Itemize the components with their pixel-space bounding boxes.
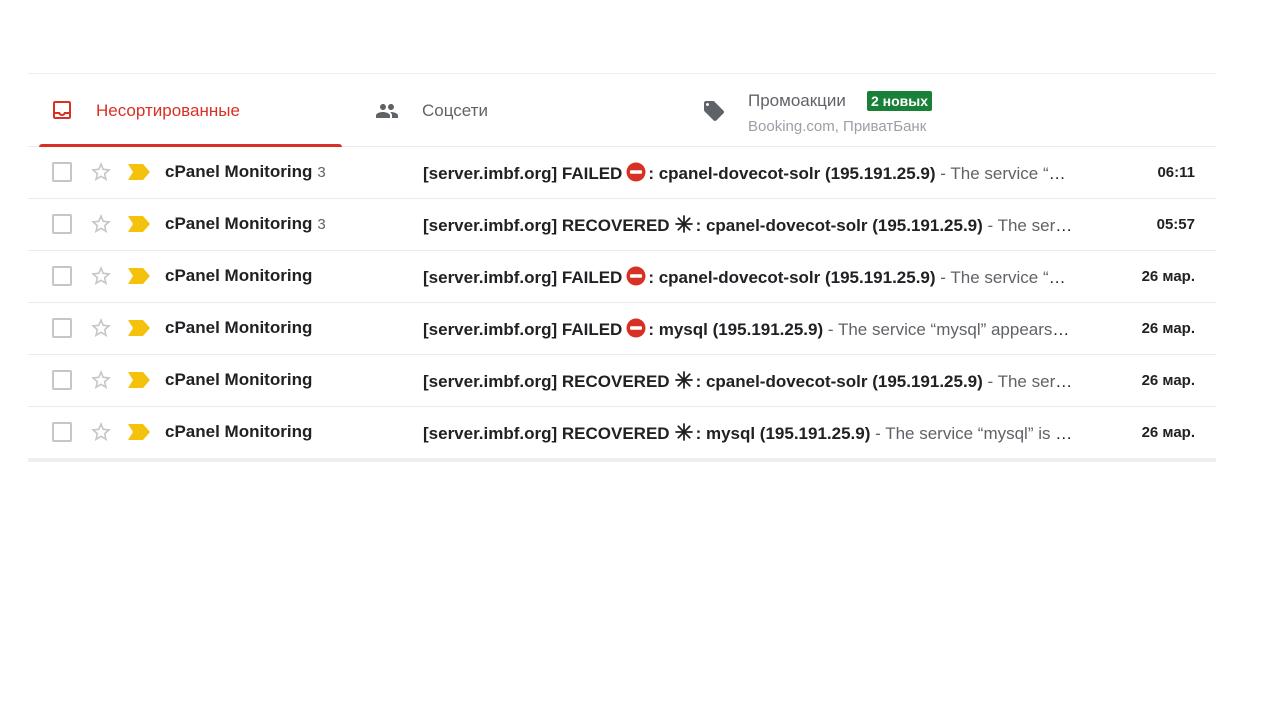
inbox-icon — [50, 98, 74, 122]
email-row[interactable]: cPanel Monitoring [server.imbf.org] FAIL… — [28, 251, 1216, 303]
email-date: 26 мар. — [1141, 424, 1195, 441]
no-entry-icon — [626, 162, 646, 182]
select-checkbox[interactable] — [52, 422, 72, 442]
thread-count: 3 — [317, 216, 326, 233]
email-date: 26 мар. — [1141, 372, 1195, 389]
star-icon[interactable] — [89, 420, 113, 444]
snippet: - The service “cpanel-dovecot-solr” appe… — [940, 164, 1073, 183]
tab-label: Несортированные — [96, 101, 240, 120]
star-icon[interactable] — [89, 368, 113, 392]
email-row[interactable]: cPanel Monitoring [server.imbf.org] RECO… — [28, 355, 1216, 407]
tab-senders-preview: Booking.com, ПриватБанк — [748, 118, 927, 135]
people-icon — [375, 99, 399, 123]
email-line: [server.imbf.org] RECOVERED: cpanel-dove… — [423, 370, 1073, 392]
email-line: [server.imbf.org] RECOVERED: cpanel-dove… — [423, 214, 1073, 236]
inbox-list: Несортированные Соцсети Промоакции 2 нов… — [28, 73, 1216, 462]
email-row[interactable]: cPanel Monitoring [server.imbf.org] RECO… — [28, 407, 1216, 462]
sender: cPanel Monitoring — [165, 422, 313, 441]
star-icon[interactable] — [89, 316, 113, 340]
important-marker-icon[interactable] — [128, 424, 150, 440]
email-date: 26 мар. — [1141, 268, 1195, 285]
snippet: - The service “cpanel-dovecot-solr” is n… — [987, 216, 1073, 235]
subject: [server.imbf.org] RECOVERED: cpanel-dove… — [423, 214, 983, 235]
important-marker-icon[interactable] — [128, 164, 150, 180]
subject: [server.imbf.org] RECOVERED: cpanel-dove… — [423, 370, 983, 391]
snippet: - The service “mysql” is now operational… — [875, 424, 1073, 443]
email-date: 26 мар. — [1141, 320, 1195, 337]
email-row[interactable]: cPanel Monitoring 3 [server.imbf.org] REC… — [28, 199, 1216, 251]
select-checkbox[interactable] — [52, 318, 72, 338]
select-checkbox[interactable] — [52, 266, 72, 286]
email-line: [server.imbf.org] FAILED: mysql (195.191… — [423, 318, 1073, 340]
sender: cPanel Monitoring 3 — [165, 214, 326, 233]
subject: [server.imbf.org] FAILED: cpanel-dovecot… — [423, 266, 936, 287]
select-checkbox[interactable] — [52, 162, 72, 182]
important-marker-icon[interactable] — [128, 268, 150, 284]
no-entry-icon — [626, 318, 646, 338]
subject: [server.imbf.org] RECOVERED: mysql (195.… — [423, 422, 871, 443]
email-rows: cPanel Monitoring 3 [server.imbf.org] FAI… — [28, 147, 1216, 462]
star-icon[interactable] — [89, 212, 113, 236]
sender: cPanel Monitoring — [165, 370, 313, 389]
sender: cPanel Monitoring — [165, 266, 313, 285]
subject: [server.imbf.org] FAILED: mysql (195.191… — [423, 318, 824, 339]
sparkle-icon — [674, 214, 694, 234]
email-row[interactable]: cPanel Monitoring [server.imbf.org] FAIL… — [28, 303, 1216, 355]
email-date: 05:57 — [1156, 216, 1195, 233]
snippet: - The service “cpanel-dovecot-solr” appe… — [940, 268, 1073, 287]
tag-icon — [702, 99, 726, 123]
tab-primary[interactable]: Несортированные — [39, 74, 342, 147]
tab-label: Промоакции — [748, 91, 846, 110]
new-count-badge: 2 новых — [867, 91, 933, 111]
thread-count: 3 — [317, 164, 326, 181]
tab-label: Соцсети — [422, 101, 488, 120]
star-icon[interactable] — [89, 160, 113, 184]
email-line: [server.imbf.org] FAILED: cpanel-dovecot… — [423, 266, 1073, 288]
email-date: 06:11 — [1157, 164, 1195, 181]
important-marker-icon[interactable] — [128, 372, 150, 388]
subject: [server.imbf.org] FAILED: cpanel-dovecot… — [423, 162, 936, 183]
sender: cPanel Monitoring — [165, 318, 313, 337]
star-icon[interactable] — [89, 264, 113, 288]
snippet: - The service “cpanel-dovecot-solr” is n… — [987, 372, 1073, 391]
sparkle-icon — [674, 422, 694, 442]
important-marker-icon[interactable] — [128, 320, 150, 336]
email-line: [server.imbf.org] FAILED: cpanel-dovecot… — [423, 162, 1073, 184]
select-checkbox[interactable] — [52, 214, 72, 234]
sender: cPanel Monitoring 3 — [165, 162, 326, 181]
snippet: - The service “mysql” appears to be down… — [827, 320, 1073, 339]
no-entry-icon — [626, 266, 646, 286]
email-row[interactable]: cPanel Monitoring 3 [server.imbf.org] FAI… — [28, 147, 1216, 199]
important-marker-icon[interactable] — [128, 216, 150, 232]
tab-social[interactable]: Соцсети — [371, 74, 671, 146]
select-checkbox[interactable] — [52, 370, 72, 390]
email-line: [server.imbf.org] RECOVERED: mysql (195.… — [423, 422, 1073, 444]
category-tabs: Несортированные Соцсети Промоакции 2 нов… — [28, 74, 1216, 147]
tab-promotions[interactable]: Промоакции 2 новых Booking.com, ПриватБа… — [699, 74, 1099, 146]
sparkle-icon — [674, 370, 694, 390]
